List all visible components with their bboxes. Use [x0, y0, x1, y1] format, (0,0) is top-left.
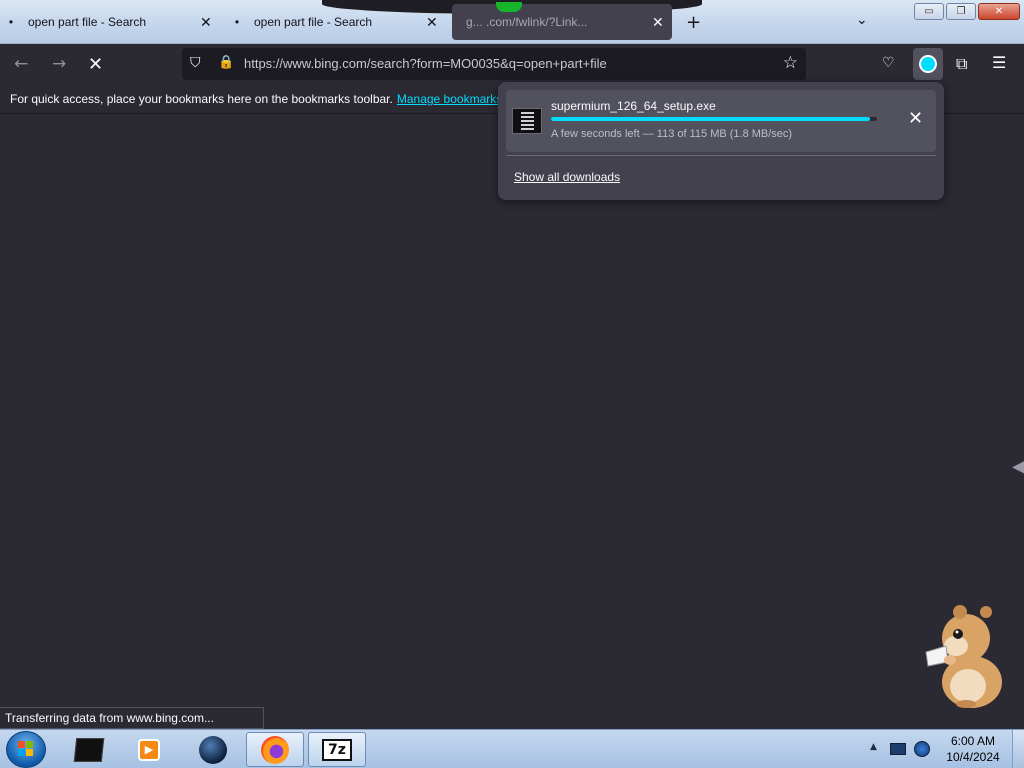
tab-active-fwlink[interactable]: g... .com/fwlink/?Link... ✕ [452, 2, 672, 40]
download-status: A few seconds left — 113 of 115 MB (1.8 … [551, 128, 793, 140]
tab-favicon: • [234, 15, 240, 29]
pocket-icon[interactable]: ♡ [882, 55, 895, 71]
edge-arrow-icon: ◀ [1012, 456, 1024, 477]
tab-title: g... .com/fwlink/?Link... [466, 15, 588, 29]
tab-close-icon[interactable]: ✕ [426, 14, 438, 31]
minimize-button[interactable]: ▭ [914, 3, 944, 20]
tab-close-icon[interactable]: ✕ [652, 14, 664, 31]
new-tab-icon[interactable]: + [686, 12, 701, 33]
taskbar: ▶ 7z ▲ 6:00 AM 10/4/2024 [0, 729, 1024, 768]
download-progress-icon [919, 55, 937, 73]
stop-loading-icon[interactable]: ✕ [88, 54, 103, 75]
file-exe-icon [512, 108, 542, 134]
downloads-panel: supermium_126_64_setup.exe A few seconds… [498, 82, 944, 200]
download-item[interactable]: supermium_126_64_setup.exe A few seconds… [506, 90, 936, 152]
taskbar-globe-app[interactable] [184, 732, 242, 767]
clock-date: 10/4/2024 [946, 750, 1000, 764]
tab-list-chevron-icon[interactable]: ⌄ [856, 12, 868, 28]
taskbar-7zip[interactable]: 7z [308, 732, 366, 767]
play-icon: ▶ [144, 743, 154, 756]
system-clock[interactable]: 6:00 AM 10/4/2024 [938, 733, 1008, 765]
back-arrow-icon[interactable]: ← [14, 54, 28, 74]
forward-arrow-icon[interactable]: → [52, 54, 66, 74]
hamster-desktop-pet[interactable] [920, 600, 1010, 710]
downloads-button[interactable] [913, 48, 943, 80]
bookmark-star-icon[interactable]: ☆ [783, 53, 798, 73]
globe-icon [199, 735, 227, 764]
window-controls: ▭ ❐ ✕ [914, 3, 1020, 20]
tab-strip: • open part file - Search ✕ • open part … [0, 0, 1024, 44]
tracking-protection-shield-icon[interactable]: ⛉ [190, 55, 201, 71]
tab-open-part-file-1[interactable]: • open part file - Search ✕ [4, 0, 224, 44]
close-window-button[interactable]: ✕ [978, 3, 1020, 20]
lock-icon[interactable]: 🔒 [218, 55, 234, 70]
manage-bookmarks-link[interactable]: Manage bookmarks... [397, 92, 512, 106]
tab-favicon [496, 2, 522, 12]
hamburger-menu-icon[interactable]: ☰ [992, 53, 1006, 72]
firefox-icon [261, 735, 289, 764]
download-file-name: supermium_126_64_setup.exe [551, 99, 716, 113]
network-icon[interactable] [914, 741, 930, 757]
download-progress-bar [551, 117, 877, 121]
bookmarks-hint: For quick access, place your bookmarks h… [10, 92, 512, 106]
divider [506, 155, 936, 156]
url-text[interactable]: https://www.bing.com/search?form=MO0035&… [244, 56, 607, 71]
media-player-icon: ▶ [138, 738, 160, 761]
cube-icon [73, 737, 105, 762]
tab-favicon: • [8, 15, 14, 29]
restore-button[interactable]: ❐ [946, 3, 976, 20]
download-progress-fill [551, 117, 871, 121]
taskbar-firefox[interactable] [246, 732, 304, 767]
taskbar-3d-app[interactable] [60, 732, 118, 767]
url-bar[interactable]: ⛉ 🔒 https://www.bing.com/search?form=MO0… [182, 48, 806, 80]
bookmarks-hint-text: For quick access, place your bookmarks h… [10, 92, 393, 106]
tab-open-part-file-2[interactable]: • open part file - Search ✕ [230, 0, 442, 44]
show-desktop-button[interactable] [1012, 730, 1024, 768]
windows-logo-icon [18, 741, 34, 757]
tab-title: open part file - Search [28, 15, 147, 29]
navigation-toolbar: ← → ✕ ⛉ 🔒 https://www.bing.com/search?fo… [0, 44, 1024, 84]
extensions-puzzle-icon[interactable]: ⧉ [956, 54, 967, 74]
status-text: Transferring data from www.bing.com... [0, 707, 264, 729]
start-button[interactable] [6, 731, 46, 768]
cancel-download-icon[interactable]: ✕ [908, 108, 923, 129]
monitor-icon[interactable] [890, 743, 906, 755]
taskbar-vlc[interactable]: ▶ [120, 732, 178, 767]
7zip-icon: 7z [322, 738, 352, 761]
tab-title: open part file - Search [254, 15, 373, 29]
show-hidden-icons-icon[interactable]: ▲ [870, 742, 877, 752]
clock-time: 6:00 AM [950, 734, 996, 748]
tab-close-icon[interactable]: ✕ [200, 14, 212, 31]
show-all-downloads-button[interactable]: Show all downloads [514, 170, 620, 184]
